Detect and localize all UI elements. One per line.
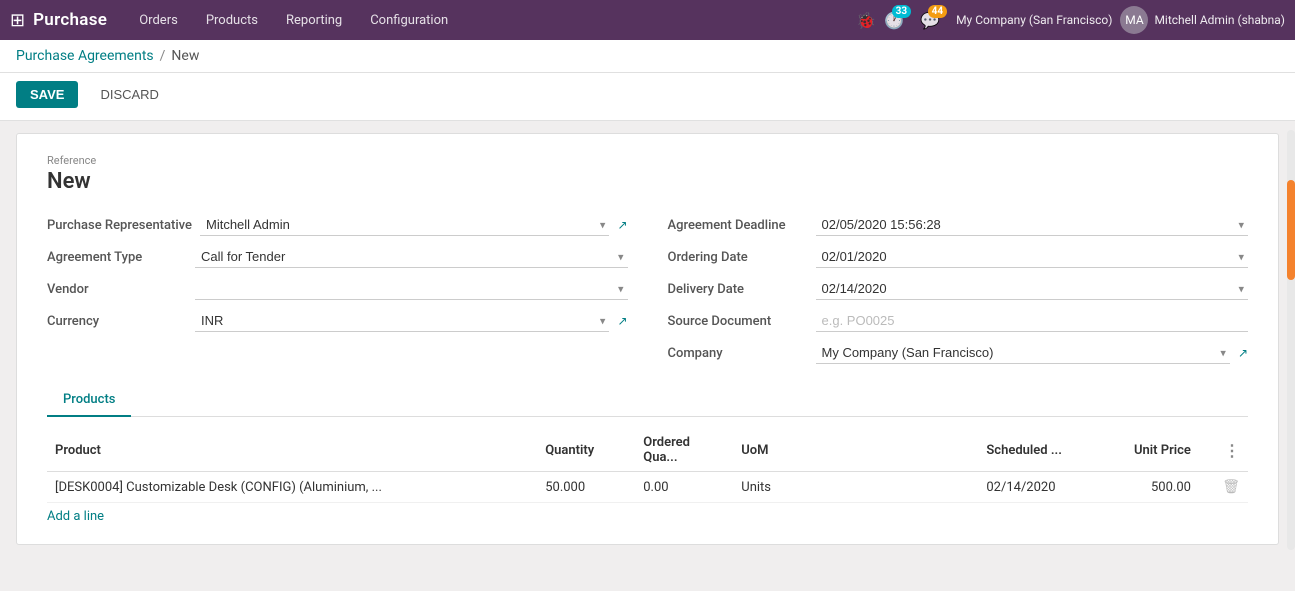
company-row: Company My Company (San Francisco) ↗ xyxy=(668,342,1249,364)
agreement-type-field: Call for Tender xyxy=(195,246,628,268)
scrollbar-thumb[interactable] xyxy=(1287,180,1295,280)
purchase-rep-label: Purchase Representative xyxy=(47,218,192,233)
main-form: Reference New Purchase Representative Mi… xyxy=(16,133,1279,545)
cell-unit-price: 500.00 xyxy=(1101,472,1199,503)
nav-configuration[interactable]: Configuration xyxy=(358,7,460,34)
save-button[interactable]: SAVE xyxy=(16,81,78,108)
cell-row-delete: 🗑 xyxy=(1199,472,1248,503)
agreement-deadline-select[interactable]: 02/05/2020 15:56:28 xyxy=(816,214,1249,236)
col-header-price: Unit Price xyxy=(1101,429,1199,472)
discard-button[interactable]: DISCARD xyxy=(86,81,173,108)
cell-quantity: 50.000 xyxy=(537,472,635,503)
agreement-deadline-field: 02/05/2020 15:56:28 xyxy=(816,214,1249,236)
agreement-deadline-row: Agreement Deadline 02/05/2020 15:56:28 xyxy=(668,214,1249,236)
user-avatar: MA xyxy=(1120,6,1148,34)
source-document-input[interactable] xyxy=(816,310,1249,332)
currency-label: Currency xyxy=(47,314,187,329)
currency-external-link[interactable]: ↗ xyxy=(617,314,627,328)
breadcrumb-parent[interactable]: Purchase Agreements xyxy=(16,48,154,64)
cell-uom: Units xyxy=(733,472,978,503)
reference-label: Reference xyxy=(47,154,1248,167)
topnav-right: 🐞 🕐 33 💬 44 My Company (San Francisco) M… xyxy=(856,6,1285,34)
company-label: Company xyxy=(668,346,808,361)
form-right: Agreement Deadline 02/05/2020 15:56:28 O… xyxy=(668,214,1249,364)
vendor-select[interactable] xyxy=(195,278,628,300)
nav-reporting[interactable]: Reporting xyxy=(274,7,354,34)
form-reference: Reference New xyxy=(47,154,1248,194)
form-grid: Purchase Representative Mitchell Admin ↗… xyxy=(47,214,1248,364)
col-header-product: Product xyxy=(47,429,537,472)
cell-product[interactable]: [DESK0004] Customizable Desk (CONFIG) (A… xyxy=(47,472,537,503)
purchase-rep-field: Mitchell Admin ↗ xyxy=(200,214,628,236)
table-kebab-icon[interactable]: ⋮ xyxy=(1224,441,1240,460)
col-header-quantity: Quantity xyxy=(537,429,635,472)
ordering-date-label: Ordering Date xyxy=(668,250,808,265)
app-brand[interactable]: Purchase xyxy=(33,10,107,30)
ordering-date-field: 02/01/2020 xyxy=(816,246,1249,268)
ordering-date-row: Ordering Date 02/01/2020 xyxy=(668,246,1249,268)
vendor-label: Vendor xyxy=(47,282,187,297)
source-document-row: Source Document xyxy=(668,310,1249,332)
col-header-actions: ⋮ xyxy=(1199,429,1248,472)
company-field: My Company (San Francisco) ↗ xyxy=(816,342,1249,364)
table-header-row: Product Quantity Ordered Qua... UoM Sche… xyxy=(47,429,1248,472)
delivery-date-field: 02/14/2020 xyxy=(816,278,1249,300)
purchase-rep-external-link[interactable]: ↗ xyxy=(617,218,627,232)
vendor-row: Vendor xyxy=(47,278,628,300)
source-document-label: Source Document xyxy=(668,314,808,329)
grid-icon[interactable]: ⊞ xyxy=(10,10,25,31)
currency-row: Currency INR ↗ xyxy=(47,310,628,332)
col-header-uom: UoM xyxy=(733,429,978,472)
message-badge: 44 xyxy=(928,5,947,18)
source-document-field xyxy=(816,310,1249,332)
agreement-type-select[interactable]: Call for Tender xyxy=(195,246,628,268)
agreement-type-row: Agreement Type Call for Tender xyxy=(47,246,628,268)
purchase-rep-row: Purchase Representative Mitchell Admin ↗ xyxy=(47,214,628,236)
col-header-scheduled: Scheduled ... xyxy=(978,429,1101,472)
activity-badge: 33 xyxy=(892,5,911,18)
message-icon[interactable]: 💬 44 xyxy=(920,11,940,30)
user-menu[interactable]: MA Mitchell Admin (shabna) xyxy=(1120,6,1285,34)
ordering-date-select[interactable]: 02/01/2020 xyxy=(816,246,1249,268)
activity-icon[interactable]: 🕐 33 xyxy=(884,11,904,30)
currency-select[interactable]: INR xyxy=(195,310,609,332)
add-line-button[interactable]: Add a line xyxy=(47,509,104,524)
delete-row-icon[interactable]: 🗑 xyxy=(1222,479,1240,495)
tabs-bar: Products xyxy=(47,384,1248,417)
breadcrumb: Purchase Agreements / New xyxy=(0,40,1295,73)
delivery-date-row: Delivery Date 02/14/2020 xyxy=(668,278,1249,300)
company-selector[interactable]: My Company (San Francisco) xyxy=(956,13,1112,27)
action-bar: SAVE DISCARD xyxy=(0,73,1295,121)
reference-value: New xyxy=(47,169,1248,194)
vendor-field xyxy=(195,278,628,300)
user-name: Mitchell Admin (shabna) xyxy=(1154,13,1285,27)
cell-ordered-qty: 0.00 xyxy=(635,472,733,503)
nav-orders[interactable]: Orders xyxy=(127,7,190,34)
tab-products[interactable]: Products xyxy=(47,384,131,417)
breadcrumb-current: New xyxy=(171,48,199,64)
delivery-date-label: Delivery Date xyxy=(668,282,808,297)
products-table: Product Quantity Ordered Qua... UoM Sche… xyxy=(47,429,1248,503)
company-external-link[interactable]: ↗ xyxy=(1238,346,1248,360)
nav-menu: Orders Products Reporting Configuration xyxy=(127,7,856,34)
scrollbar-track[interactable] xyxy=(1287,130,1295,550)
bug-icon[interactable]: 🐞 xyxy=(856,11,876,30)
top-nav: ⊞ Purchase Orders Products Reporting Con… xyxy=(0,0,1295,40)
table-row: [DESK0004] Customizable Desk (CONFIG) (A… xyxy=(47,472,1248,503)
currency-field: INR ↗ xyxy=(195,310,628,332)
nav-products[interactable]: Products xyxy=(194,7,270,34)
delivery-date-select[interactable]: 02/14/2020 xyxy=(816,278,1249,300)
agreement-deadline-label: Agreement Deadline xyxy=(668,218,808,233)
form-left: Purchase Representative Mitchell Admin ↗… xyxy=(47,214,628,364)
col-header-ordered: Ordered Qua... xyxy=(635,429,733,472)
agreement-type-label: Agreement Type xyxy=(47,250,187,265)
company-select[interactable]: My Company (San Francisco) xyxy=(816,342,1230,364)
purchase-rep-select[interactable]: Mitchell Admin xyxy=(200,214,609,236)
breadcrumb-separator: / xyxy=(160,48,166,64)
cell-scheduled: 02/14/2020 xyxy=(978,472,1101,503)
